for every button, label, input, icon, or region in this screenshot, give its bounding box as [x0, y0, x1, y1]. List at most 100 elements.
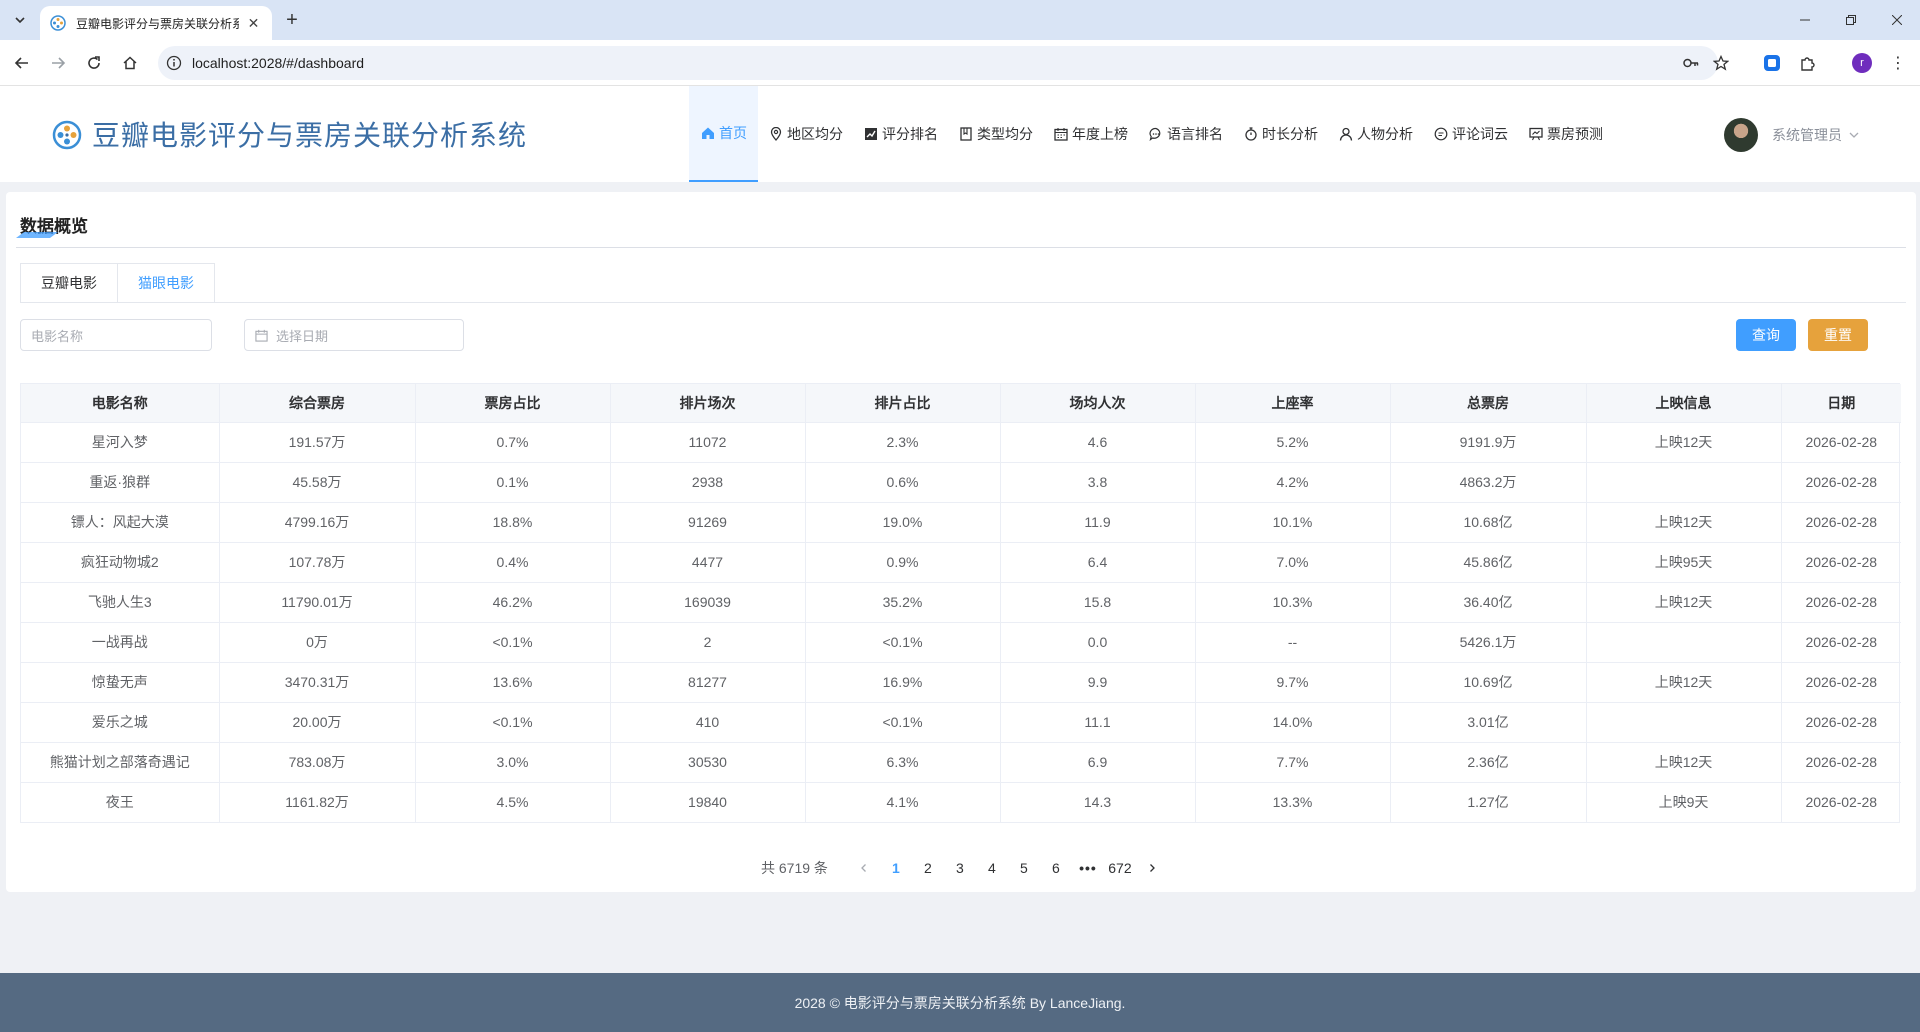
browser-tab[interactable]: 豆瓣电影评分与票房关联分析系统 ✕: [40, 6, 272, 40]
trend-chart-icon: [863, 127, 878, 142]
menu-item-duration[interactable]: 时长分析: [1233, 86, 1328, 182]
table-cell: 飞驰人生3: [21, 582, 220, 623]
reload-icon[interactable]: [82, 51, 106, 75]
menu-item-yearly[interactable]: 年度上榜: [1043, 86, 1138, 182]
film-reel-favicon-icon: [50, 15, 66, 31]
table-cell: 星河入梦: [21, 422, 220, 463]
pagination-page[interactable]: 2: [912, 854, 944, 882]
table-cell: 上映9天: [1586, 782, 1782, 822]
pagination-page[interactable]: 6: [1040, 854, 1072, 882]
table-cell: 镖人：风起大漠: [21, 502, 220, 543]
table-cell: 20.00万: [219, 702, 416, 743]
next-page-icon[interactable]: [1136, 854, 1168, 882]
chat-icon: [1148, 127, 1163, 142]
chevron-down-icon: [15, 17, 25, 24]
table-cell: 410: [610, 702, 806, 743]
url-text: localhost:2028/#/dashboard: [192, 55, 365, 71]
table-cell: 6.4: [1000, 542, 1196, 583]
menu-item-label: 年度上榜: [1072, 126, 1128, 142]
table-cell: 2026-02-28: [1781, 582, 1901, 623]
reset-button[interactable]: 重置: [1808, 319, 1868, 351]
column-header: 电影名称: [21, 384, 220, 423]
table-cell: 5426.1万: [1390, 622, 1587, 663]
user-icon: [1338, 127, 1353, 142]
tabs-baseline: [20, 302, 1906, 303]
browser-toolbar: localhost:2028/#/dashboard r ⋮: [0, 40, 1920, 86]
column-header: 总票房: [1390, 384, 1587, 423]
password-key-icon[interactable]: [1682, 54, 1700, 72]
table-cell: 15.8: [1000, 582, 1196, 623]
tab-maoyan[interactable]: 猫眼电影: [118, 263, 215, 303]
menu-item-rating-rank[interactable]: 评分排名: [853, 86, 948, 182]
stopwatch-icon: [1243, 127, 1258, 142]
table-row: 夜王 1161.82万 4.5% 19840 4.1% 14.3 13.3% 1.27亿 上映9…: [21, 782, 1901, 822]
table-cell: 1.27亿: [1390, 782, 1587, 822]
pagination-last-page[interactable]: 672: [1104, 854, 1136, 882]
table-cell: 169039: [610, 582, 806, 623]
table-cell: 2026-02-28: [1781, 502, 1901, 543]
date-picker[interactable]: 选择日期: [244, 319, 464, 351]
table-cell: 爱乐之城: [21, 702, 220, 743]
table-cell: 35.2%: [805, 582, 1001, 623]
table-cell: 191.57万: [219, 422, 416, 463]
menu-item-person[interactable]: 人物分析: [1328, 86, 1423, 182]
table-cell: 1161.82万: [219, 782, 416, 822]
extensions-puzzle-icon[interactable]: [1798, 53, 1818, 73]
menu-item-region[interactable]: 地区均分: [758, 86, 853, 182]
home-browser-icon[interactable]: [118, 51, 142, 75]
table-cell: 19840: [610, 782, 806, 822]
app-header: 豆瓣电影评分与票房关联分析系统 首页 地区均分 评分排名 类型均分 年度上榜 语…: [0, 86, 1920, 182]
user-dropdown[interactable]: 系统管理员: [1724, 118, 1860, 152]
query-button[interactable]: 查询: [1736, 319, 1796, 351]
table-cell: 重返·狼群: [21, 462, 220, 503]
menu-item-wordcloud[interactable]: 评论词云: [1423, 86, 1518, 182]
table-cell: 9191.9万: [1390, 422, 1587, 463]
tab-douban[interactable]: 豆瓣电影: [20, 263, 118, 303]
address-bar[interactable]: localhost:2028/#/dashboard: [158, 46, 1729, 80]
column-header: 综合票房: [219, 384, 416, 423]
menu-item-home[interactable]: 首页: [689, 86, 758, 182]
browser-menu-icon[interactable]: ⋮: [1888, 53, 1908, 73]
table-cell: 2026-02-28: [1781, 422, 1901, 463]
bookmark-star-icon[interactable]: [1712, 54, 1730, 72]
movie-name-input[interactable]: 电影名称: [20, 319, 212, 351]
back-icon[interactable]: [10, 51, 34, 75]
extension-app-icon[interactable]: [1762, 53, 1782, 73]
column-header: 票房占比: [415, 384, 611, 423]
data-board-icon: [1528, 127, 1543, 142]
browser-tab-strip: 豆瓣电影评分与票房关联分析系统 ✕ +: [0, 0, 1920, 40]
forward-icon[interactable]: [46, 51, 70, 75]
table-cell: 4799.16万: [219, 502, 416, 543]
pagination-page[interactable]: 3: [944, 854, 976, 882]
menu-item-label: 评论词云: [1452, 126, 1508, 142]
menu-item-genre[interactable]: 类型均分: [948, 86, 1043, 182]
site-info-icon[interactable]: [166, 55, 182, 71]
menu-item-forecast[interactable]: 票房预测: [1518, 86, 1613, 182]
prev-page-icon[interactable]: [848, 854, 880, 882]
table-cell: 2026-02-28: [1781, 622, 1901, 663]
restore-icon[interactable]: [1828, 0, 1874, 40]
table-cell: 2938: [610, 462, 806, 503]
table-cell: 91269: [610, 502, 806, 543]
pagination-page[interactable]: 1: [880, 854, 912, 882]
menu-item-language[interactable]: 语言排名: [1138, 86, 1233, 182]
table-header-row: 电影名称 综合票房 票房占比 排片场次 排片占比 场均人次 上座率 总票房 上映信息 日期: [21, 384, 1901, 423]
calendar-icon: [1053, 127, 1068, 142]
new-tab-button[interactable]: +: [280, 8, 304, 32]
pagination-page[interactable]: 5: [1008, 854, 1040, 882]
close-icon[interactable]: ✕: [245, 14, 262, 32]
title-underline-decoration: [16, 232, 58, 238]
pagination-page[interactable]: 4: [976, 854, 1008, 882]
tab-search-button[interactable]: [8, 8, 32, 32]
profile-avatar[interactable]: r: [1852, 53, 1872, 73]
table-cell: 疯狂动物城2: [21, 542, 220, 583]
table-cell: 2026-02-28: [1805, 794, 1878, 811]
minimize-icon[interactable]: [1782, 0, 1828, 40]
column-header: 日期: [1781, 384, 1901, 423]
window-close-icon[interactable]: [1874, 0, 1920, 40]
pagination-more[interactable]: •••: [1072, 854, 1104, 882]
table-cell: 16.9%: [805, 662, 1001, 703]
table-cell: 0万: [219, 622, 416, 663]
date-placeholder: 选择日期: [276, 328, 329, 344]
menu-item-label: 首页: [719, 125, 747, 141]
